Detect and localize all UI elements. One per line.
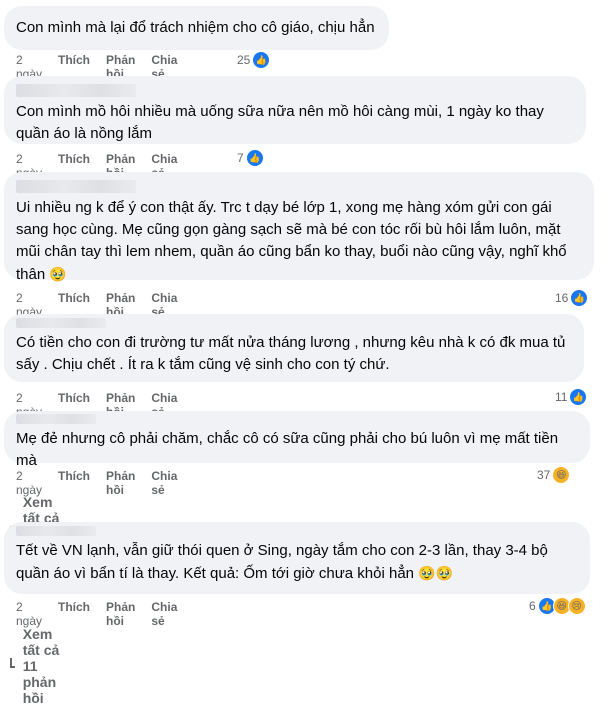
reaction-count: 25 [237,53,251,67]
like-icon: 👍 [252,51,271,69]
author-name-redacted[interactable] [16,414,96,424]
reaction-summary[interactable]: 16 👍 [555,289,589,307]
comment-actions: 2 ngày Thích Phản hồi Chia sẻ [16,469,193,497]
comment-text: Con mình mồ hôi nhiều mà uống sữa nữa nê… [16,103,544,142]
view-replies-link[interactable]: Xem tất cả 11 phản hồi [10,626,63,706]
reaction-count: 11 [555,390,568,404]
reply-button[interactable]: Phản hồi [106,600,135,628]
comment-text: Tết về VN lạnh, vẫn giữ thói quen ở Sing… [16,542,548,582]
comment-bubble: Ui nhiều ng k để ý con thật ấy. Trc t dạ… [4,172,594,283]
like-button[interactable]: Thích [58,469,90,497]
view-replies-label: Xem tất cả 11 phản hồi [22,626,60,706]
comment-text: Con mình mà lại đổ trách nhiệm cho cô gi… [16,19,375,36]
share-button[interactable]: Chia sẻ [151,469,177,497]
comment-time[interactable]: 2 ngày [16,600,42,628]
comment-text-content: Tết về VN lạnh, vẫn giữ thói quen ở Sing… [16,542,548,582]
comment-bubble: Mẹ đẻ nhưng cô phải chăm, chắc cô có sữa… [4,411,590,469]
reaction-summary[interactable]: 11 👍 [555,388,588,406]
reply-arrow-icon [10,658,15,668]
holding-back-tears-emoji-icon: 🥹🥹 [418,565,454,581]
comment-text: Ui nhiều ng k để ý con thật ấy. Trc t dạ… [16,199,567,283]
like-icon: 👍 [570,289,589,307]
comment-bubble: Có tiền cho con đi trường tư mất nửa thá… [4,314,584,382]
author-name-redacted[interactable] [16,180,136,193]
comment-bubble: Tết về VN lạnh, vẫn giữ thói quen ở Sing… [4,522,590,594]
comment-time[interactable]: 2 ngày [16,469,42,497]
sad-icon: 😢 [567,597,586,615]
author-name-redacted[interactable] [16,318,106,328]
comment-bubble: Con mình mồ hôi nhiều mà uống sữa nữa nê… [4,76,586,144]
comment-bubble: Con mình mà lại đổ trách nhiệm cho cô gi… [4,6,389,50]
reaction-count: 37 [537,468,551,482]
holding-back-tears-emoji-icon: 🥹 [49,266,67,282]
comment-actions: 2 ngày Thích Phản hồi Chia sẻ [16,600,193,628]
reaction-summary[interactable]: 6 👍 😆 😢 [529,597,586,615]
haha-icon: 😆 [552,466,571,484]
reaction-summary[interactable]: 25 👍 [237,51,271,69]
like-button[interactable]: Thích [58,600,90,628]
reaction-count: 7 [237,151,244,165]
reaction-count: 16 [555,291,569,305]
reaction-summary[interactable]: 37 😆 [537,466,571,484]
author-name-redacted[interactable] [16,526,96,536]
comment-text: Có tiền cho con đi trường tư mất nửa thá… [16,334,566,373]
comment-text: Mẹ đẻ nhưng cô phải chăm, chắc cô có sữa… [16,430,559,469]
reaction-count: 6 [529,599,536,613]
share-button[interactable]: Chia sẻ [151,600,177,628]
like-icon: 👍 [245,149,264,167]
like-icon: 👍 [569,388,588,406]
reply-button[interactable]: Phản hồi [106,469,135,497]
author-name-redacted[interactable] [16,84,136,97]
reaction-summary[interactable]: 7 👍 [237,149,264,167]
comment-text-content: Ui nhiều ng k để ý con thật ấy. Trc t dạ… [16,199,567,283]
